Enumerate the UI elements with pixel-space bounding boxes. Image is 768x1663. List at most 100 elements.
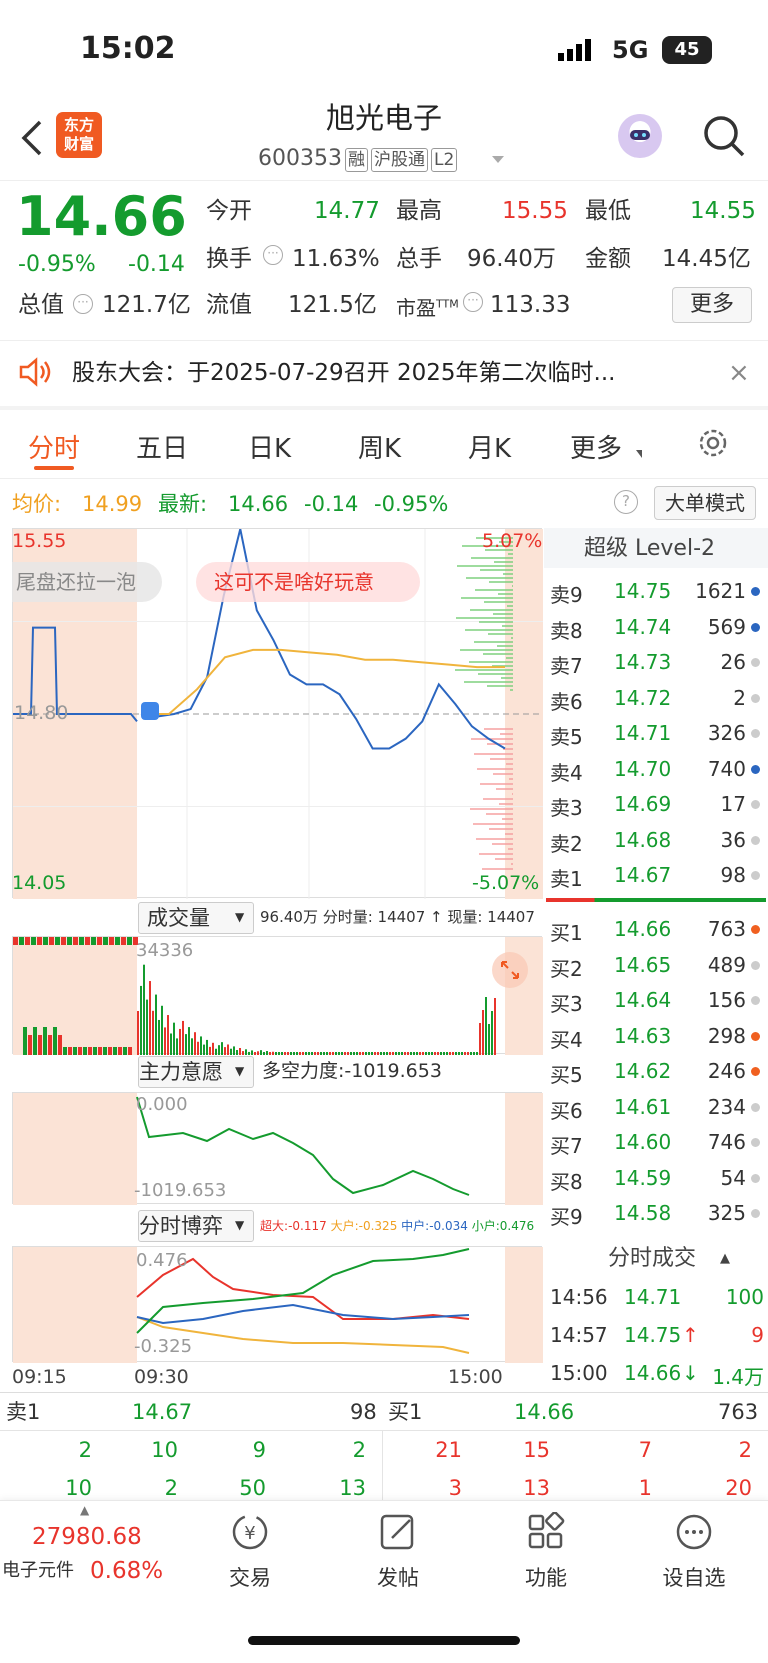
search-icon[interactable] (702, 114, 746, 158)
level-volume: 569 (707, 614, 746, 639)
robot-avatar-icon[interactable] (618, 114, 662, 158)
volume-bar (85, 937, 90, 945)
trade-button[interactable]: ¥ 交易 (190, 1512, 310, 1592)
volume-bar (43, 937, 48, 945)
volume-selector[interactable]: 成交量 ▼ (138, 902, 254, 934)
volume-bar (158, 1019, 160, 1055)
chevron-up-icon[interactable]: ▲ (80, 1504, 89, 1516)
help-icon[interactable]: ? (614, 490, 638, 514)
info-icon[interactable]: ··· (73, 294, 93, 314)
volume-chart[interactable] (12, 936, 543, 1055)
index-value[interactable]: 27980.68 (32, 1526, 142, 1549)
chevron-up-icon: ▲ (720, 1251, 730, 1266)
change-pct: -0.95% (18, 252, 96, 277)
trade-volume: 9 (751, 1323, 764, 1347)
level-volume: 36 (720, 827, 746, 852)
queue-ask-cell: 13 (339, 1476, 366, 1500)
level-label: 买7 (550, 1134, 583, 1158)
volume-bar (91, 937, 96, 945)
volume-bar (380, 1052, 382, 1055)
game-selector[interactable]: 分时博弈 ▼ (138, 1210, 254, 1242)
bid-row[interactable]: 买2 14.65 489 (550, 946, 760, 981)
add-watchlist-button[interactable]: 设自选 (634, 1512, 754, 1592)
ask-row[interactable]: 卖7 14.73 26 (550, 643, 760, 678)
bid-row[interactable]: 买4 14.63 298 (550, 1017, 760, 1052)
annotation-bubble-2[interactable]: 这可不是啥好玩意 (196, 562, 420, 602)
ask-row[interactable]: 卖9 14.75 1621 (550, 572, 760, 607)
level-volume: 489 (707, 952, 746, 977)
queue-ask-cell: 10 (65, 1476, 92, 1500)
ask-row[interactable]: 卖6 14.72 2 (550, 679, 760, 714)
functions-button[interactable]: 功能 (486, 1511, 606, 1592)
order-dot-icon (751, 622, 760, 632)
avg-line (141, 648, 505, 715)
trades-header[interactable]: 分时成交 ▲ (544, 1240, 768, 1276)
volume-bar (353, 1052, 355, 1055)
expand-icon[interactable] (492, 952, 528, 988)
bid-row[interactable]: 买3 14.64 156 (550, 981, 760, 1016)
bid-row[interactable]: 买1 14.66 763 (550, 910, 760, 945)
main-force-chart[interactable] (12, 1092, 543, 1205)
volume-bar (179, 1028, 181, 1055)
post-button[interactable]: 发帖 (338, 1512, 458, 1592)
volume-bar (326, 1052, 328, 1055)
ask-row[interactable]: 卖3 14.69 17 (550, 785, 760, 820)
big-order-mode-button[interactable]: 大单模式 (654, 486, 756, 520)
bid-row[interactable]: 买7 14.60 746 (550, 1123, 760, 1158)
avg-label: 均价: (12, 492, 62, 516)
chevron-down-icon: ▼ (235, 1064, 245, 1078)
info-icon[interactable]: ··· (263, 245, 283, 265)
settings-icon[interactable] (696, 426, 730, 460)
volume-bar (212, 1042, 214, 1055)
order-dot-icon (751, 996, 760, 1005)
legend-value-small: 0.476 (499, 1219, 535, 1233)
volume-bar (446, 1052, 448, 1055)
ask-row[interactable]: 卖8 14.74 569 (550, 608, 760, 643)
dropdown-arrow-icon[interactable] (492, 156, 504, 163)
volume-bar (425, 1052, 427, 1055)
tab-weekly-k[interactable]: 周K (358, 428, 401, 465)
volume-bar (146, 999, 148, 1055)
tab-more[interactable]: 更多 (570, 428, 622, 465)
close-icon[interactable]: × (728, 360, 750, 386)
order-dot-icon (751, 871, 760, 880)
volume-bar (206, 1039, 208, 1055)
info-icon[interactable]: ··· (463, 292, 483, 312)
volume-bar (356, 1052, 358, 1055)
game-chart[interactable] (12, 1246, 543, 1363)
ask-row[interactable]: 卖4 14.70 740 (550, 750, 760, 785)
ask-row[interactable]: 卖2 14.68 36 (550, 821, 760, 856)
tab-monthly-k[interactable]: 月K (468, 428, 511, 465)
ask-row[interactable]: 卖1 14.67 98 (550, 856, 760, 891)
more-button[interactable]: 更多 (672, 287, 752, 323)
volume-bar (275, 1052, 277, 1055)
trade-volume: 100 (725, 1285, 764, 1309)
badge-margin: 融 (344, 148, 368, 172)
tab-five-day[interactable]: 五日 (136, 428, 188, 465)
tab-intraday[interactable]: 分时 (28, 428, 80, 465)
edit-icon (380, 1514, 414, 1550)
pe-sup: TTM (436, 297, 459, 311)
volume-bar (239, 1047, 241, 1055)
bid-row[interactable]: 买8 14.59 54 (550, 1159, 760, 1194)
tab-daily-k[interactable]: 日K (248, 428, 291, 465)
volume-bar (482, 1010, 484, 1055)
annotation-bubble-1[interactable]: 尾盘还拉一泡 (12, 562, 162, 602)
level-label: 卖1 (550, 867, 583, 891)
volume-bar (221, 1042, 223, 1055)
notice-text[interactable]: 股东大会：于2025-07-29召开 2025年第二次临时... (72, 362, 615, 385)
s-marker-icon (141, 702, 159, 720)
main-force-selector[interactable]: 主力意愿 ▼ (138, 1056, 254, 1088)
index-name[interactable]: 电子元件 (2, 1562, 74, 1580)
bid-row[interactable]: 买6 14.61 234 (550, 1088, 760, 1123)
volume-bar (470, 1052, 472, 1055)
volume-bar (127, 937, 132, 945)
volume-bar (440, 1052, 442, 1055)
level-label: 买9 (550, 1205, 583, 1229)
volume-bar (488, 1024, 490, 1055)
index-pct[interactable]: 0.68% (90, 1560, 163, 1583)
bid-row[interactable]: 买5 14.62 246 (550, 1052, 760, 1087)
ask-row[interactable]: 卖5 14.71 326 (550, 714, 760, 749)
bid-row[interactable]: 买9 14.58 325 (550, 1194, 760, 1229)
volume-bar (123, 1047, 127, 1055)
